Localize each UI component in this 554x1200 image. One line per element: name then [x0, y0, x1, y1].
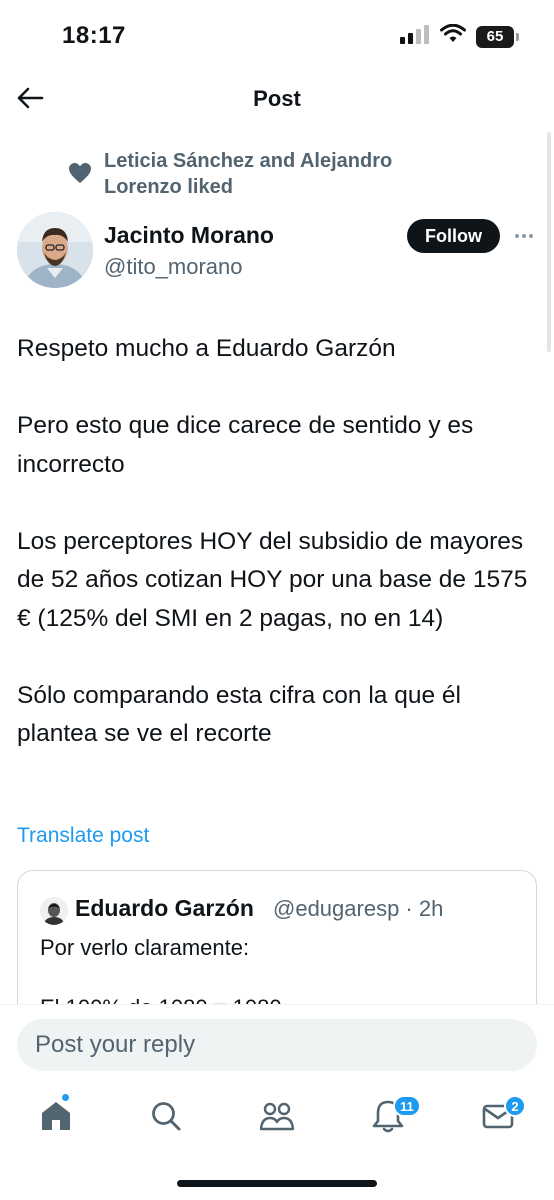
more-options-icon[interactable]	[512, 226, 536, 246]
liked-by-text[interactable]: Leticia Sánchez and Alejandro Lorenzo li…	[104, 148, 464, 200]
post-text: Respeto mucho a Eduardo Garzón Pero esto…	[17, 330, 537, 754]
page-title: Post	[253, 86, 301, 111]
translate-post-link[interactable]: Translate post	[17, 824, 149, 848]
follow-button[interactable]: Follow	[407, 219, 500, 253]
status-bar: 18:17 65	[0, 0, 554, 74]
search-icon	[152, 1102, 181, 1131]
reply-input[interactable]	[17, 1019, 537, 1071]
bottom-tab-bar: 11 2	[0, 1086, 554, 1146]
quoted-author-name: Eduardo Garzón	[75, 895, 254, 921]
cellular-signal-icon	[400, 24, 430, 49]
quoted-handle-time: @edugaresp · 2h	[273, 896, 444, 921]
post-paragraph: Sólo comparando esta cifra con la que él…	[17, 681, 461, 748]
tab-notifications[interactable]: 11	[358, 1086, 421, 1146]
battery-level: 65	[486, 28, 504, 45]
author-name[interactable]: Jacinto Morano	[104, 222, 274, 249]
tab-search[interactable]	[136, 1086, 196, 1146]
quoted-text: Por verlo claramente:	[40, 935, 250, 960]
author-avatar[interactable]	[17, 212, 93, 288]
home-unread-dot	[62, 1094, 69, 1101]
home-indicator[interactable]	[177, 1180, 377, 1187]
status-icons: 65	[400, 23, 519, 49]
post-paragraph: Los perceptores HOY del subsidio de mayo…	[17, 527, 528, 632]
post-paragraph: Respeto mucho a Eduardo Garzón	[17, 335, 396, 362]
tab-home[interactable]	[26, 1086, 86, 1146]
battery-icon: 65	[476, 25, 519, 48]
post-header: Post	[0, 74, 554, 124]
notifications-badge: 11	[393, 1095, 421, 1117]
quoted-author-avatar	[40, 897, 68, 925]
scroll-indicator[interactable]	[547, 132, 551, 352]
wifi-icon	[440, 23, 466, 49]
post-paragraph: Pero esto que dice carece de sentido y e…	[17, 412, 474, 478]
tab-communities[interactable]	[247, 1086, 307, 1146]
heart-icon	[69, 163, 91, 183]
home-icon	[42, 1102, 70, 1130]
tab-messages[interactable]: 2	[468, 1086, 528, 1146]
communities-icon	[259, 1102, 295, 1131]
status-time: 18:17	[62, 22, 126, 49]
messages-badge: 2	[504, 1095, 526, 1117]
author-handle[interactable]: @tito_morano	[104, 254, 243, 280]
